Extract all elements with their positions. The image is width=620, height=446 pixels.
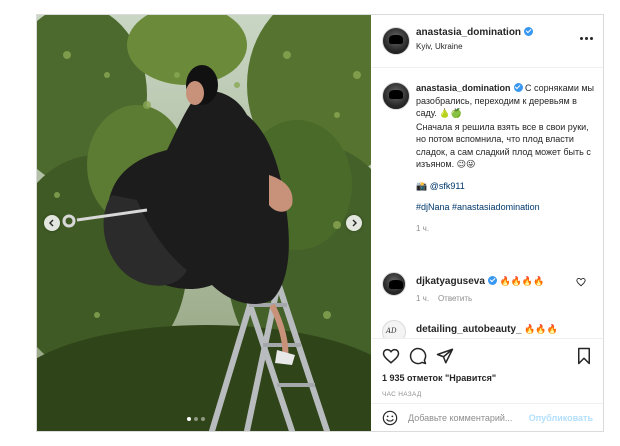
comment-text: 🔥🔥🔥🔥 xyxy=(499,277,545,287)
post-timestamp[interactable]: ЧАС НАЗАД xyxy=(382,391,422,398)
previous-slide-button[interactable] xyxy=(44,215,60,231)
verified-icon xyxy=(513,83,523,92)
post-location[interactable]: Kyiv, Ukraine xyxy=(416,42,463,51)
comment-input[interactable]: Добавьте комментарий... xyxy=(408,413,512,423)
post-photo[interactable] xyxy=(37,15,371,431)
chevron-left-icon xyxy=(49,219,54,227)
more-icon xyxy=(580,37,583,40)
author-avatar[interactable] xyxy=(382,27,410,55)
commenter-avatar[interactable] xyxy=(382,272,406,296)
caption-emoji: 😉😜 xyxy=(456,160,476,170)
carousel-dot xyxy=(187,417,191,421)
caption-username[interactable]: anastasia_domination xyxy=(416,83,511,93)
author-username[interactable]: anastasia_domination xyxy=(416,27,534,38)
likes-count[interactable]: 1 935 отметок "Нравится" xyxy=(382,373,496,383)
comment-time[interactable]: 1 ч. xyxy=(416,294,429,303)
caption-body: anastasia_domination С сорняками мы разо… xyxy=(416,82,596,235)
commenter-avatar[interactable]: AD xyxy=(382,320,406,338)
comments-list[interactable]: anastasia_domination С сорняками мы разо… xyxy=(372,68,603,338)
caption-text: Сначала я решила взять все в свои руки, … xyxy=(416,121,591,170)
verified-icon xyxy=(487,276,497,285)
chevron-right-icon xyxy=(352,219,357,227)
reply-button[interactable]: Ответить xyxy=(438,294,472,303)
share-icon[interactable] xyxy=(436,347,454,365)
instagram-post: anastasia_domination Kyiv, Ukraine anast… xyxy=(36,14,604,432)
comment-icon[interactable] xyxy=(409,347,427,365)
photo-illustration xyxy=(37,15,371,431)
photo-credit-link[interactable]: @sfk911 xyxy=(430,181,465,191)
comment-text: 🔥🔥🔥 xyxy=(524,325,558,335)
post-actions: 1 935 отметок "Нравится" ЧАС НАЗАД Добав… xyxy=(372,338,603,432)
post-side-panel: anastasia_domination Kyiv, Ukraine anast… xyxy=(372,15,603,431)
caption-avatar[interactable] xyxy=(382,82,410,110)
commenter-username[interactable]: detailing_autobeauty_ xyxy=(416,324,522,335)
bookmark-icon[interactable] xyxy=(575,347,593,365)
add-comment-bar: Добавьте комментарий... Опубликовать xyxy=(372,403,603,433)
post-header: anastasia_domination Kyiv, Ukraine xyxy=(372,15,603,68)
carousel-dot xyxy=(201,417,205,421)
next-slide-button[interactable] xyxy=(346,215,362,231)
heart-icon[interactable] xyxy=(382,347,400,365)
carousel-dot xyxy=(194,417,198,421)
hashtags[interactable]: #djNana #anastasiadomination xyxy=(416,202,540,212)
caption-emoji: 🍐🍏 xyxy=(439,109,462,119)
caption-time[interactable]: 1 ч. xyxy=(416,224,429,233)
smile-icon[interactable] xyxy=(382,410,398,426)
commenter-username[interactable]: djkatyaguseva xyxy=(416,276,485,287)
camera-icon: 📸 xyxy=(416,181,428,192)
verified-icon xyxy=(524,27,534,36)
like-comment-heart-icon[interactable] xyxy=(576,277,586,287)
publish-button[interactable]: Опубликовать xyxy=(529,413,593,423)
more-options-button[interactable] xyxy=(580,37,593,40)
carousel-indicator xyxy=(187,417,205,421)
